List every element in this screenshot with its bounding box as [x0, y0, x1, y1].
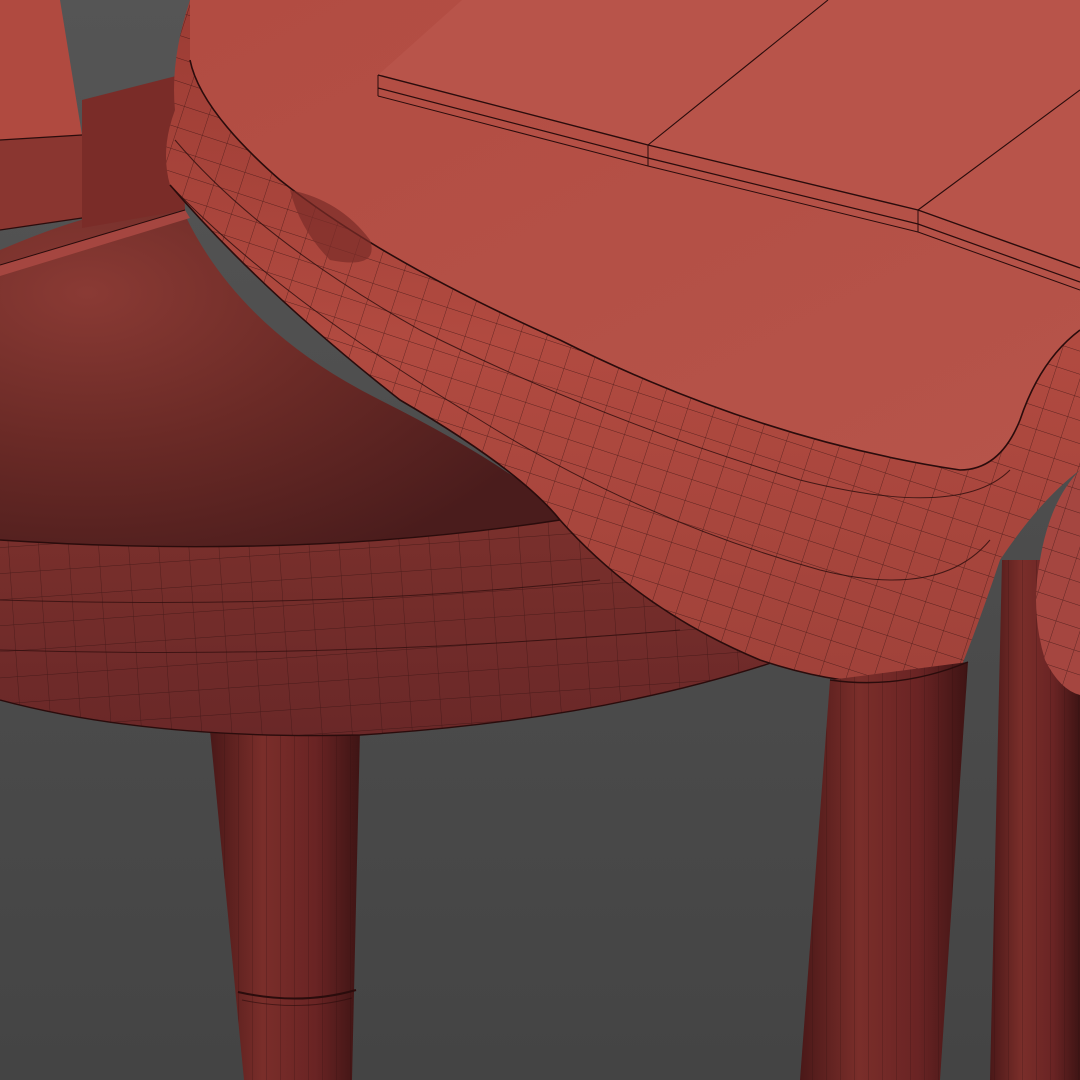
viewport-render [0, 0, 1080, 1080]
scene-svg [0, 0, 1080, 1080]
